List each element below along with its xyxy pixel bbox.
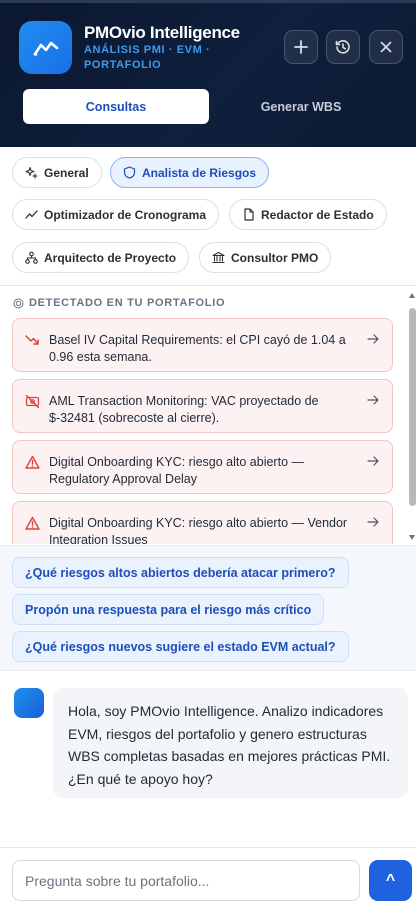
sparkles-icon: [25, 166, 38, 179]
portfolio-alert[interactable]: Digital Onboarding KYC: riesgo alto abie…: [12, 501, 393, 544]
portfolio-detected-label: DETECTADO EN TU PORTAFOLIO: [13, 297, 225, 309]
plus-icon: [294, 40, 308, 54]
logo-icon: [19, 21, 72, 74]
agent-chip-label: Analista de Riesgos: [142, 165, 257, 180]
portfolio-alert-list: Basel IV Capital Requirements: el CPI ca…: [0, 314, 404, 544]
agent-chip-label: Optimizador de Cronograma: [44, 207, 207, 222]
portfolio-alert[interactable]: Basel IV Capital Requirements: el CPI ca…: [12, 318, 393, 372]
suggestions-panel: ¿Qué riesgos altos abiertos debería atac…: [0, 545, 416, 671]
send-button[interactable]: ^: [369, 860, 412, 901]
app-subtitle: ANÁLISIS PMI · EVM · PORTAFOLIO: [84, 44, 211, 71]
portfolio-alert[interactable]: Digital Onboarding KYC: riesgo alto abie…: [12, 440, 393, 494]
header: PMOvio Intelligence ANÁLISIS PMI · EVM ·…: [0, 0, 416, 147]
arrow-right-icon: [367, 334, 379, 344]
top-border: [0, 0, 416, 3]
pmovio-panel: PMOvio Intelligence ANÁLISIS PMI · EVM ·…: [0, 0, 416, 902]
agent-chip-label: General: [44, 165, 89, 180]
assistant-message: Hola, soy PMOvio Intelligence. Analizo i…: [53, 688, 408, 798]
close-icon: [380, 41, 392, 53]
document-icon: [244, 208, 254, 221]
money-off-icon: [25, 394, 40, 409]
chat-input[interactable]: [12, 860, 360, 901]
history-button[interactable]: [326, 30, 360, 64]
arrow-right-icon: [367, 517, 379, 527]
trend-icon: [25, 210, 38, 219]
mode-tabs: Consultas Generar WBS: [23, 89, 393, 124]
shield-icon: [123, 166, 136, 179]
agent-chip-arquitecto-de-proyecto[interactable]: Arquitecto de Proyecto: [12, 242, 190, 273]
close-button[interactable]: [369, 30, 403, 64]
trend-down-icon: [25, 335, 39, 345]
agent-chip-analista-de-riesgos[interactable]: Analista de Riesgos: [110, 157, 270, 188]
assistant-avatar: [14, 688, 44, 718]
agent-chip-label: Redactor de Estado: [261, 207, 374, 222]
alert-text: Digital Onboarding KYC: riesgo alto abie…: [49, 455, 304, 486]
alert-text: AML Transaction Monitoring: VAC proyecta…: [49, 394, 319, 425]
hierarchy-icon: [25, 251, 38, 264]
agent-chip-general[interactable]: General: [12, 157, 102, 188]
suggestion-chip[interactable]: ¿Qué riesgos nuevos sugiere el estado EV…: [12, 631, 349, 662]
warning-icon: [25, 455, 40, 469]
app-title: PMOvio Intelligence: [84, 23, 240, 42]
history-icon: [335, 40, 350, 54]
tab-consultas[interactable]: Consultas: [23, 89, 209, 124]
radar-icon: [13, 298, 24, 308]
new-chat-button[interactable]: [284, 30, 318, 64]
suggestion-chip[interactable]: Propón una respuesta para el riesgo más …: [12, 594, 325, 625]
agent-chip-label: Consultor PMO: [231, 250, 319, 265]
institution-icon: [212, 251, 225, 264]
agent-chip-label: Arquitecto de Proyecto: [44, 250, 177, 265]
arrow-right-icon: [367, 456, 379, 466]
suggestion-chip[interactable]: ¿Qué riesgos altos abiertos debería atac…: [12, 557, 349, 588]
alerts-scroll-thumb[interactable]: [409, 308, 416, 506]
portfolio-alert[interactable]: AML Transaction Monitoring: VAC proyecta…: [12, 379, 393, 433]
agent-chip-optimizador-de-cronograma[interactable]: Optimizador de Cronograma: [12, 199, 220, 230]
section-divider: [0, 285, 416, 286]
warning-icon: [25, 516, 40, 530]
alert-text: Basel IV Capital Requirements: el CPI ca…: [49, 333, 346, 364]
alert-text: Digital Onboarding KYC: riesgo alto abie…: [49, 516, 348, 544]
agent-chip-consultor-pmo[interactable]: Consultor PMO: [199, 242, 332, 273]
agent-chip-redactor-de-estado[interactable]: Redactor de Estado: [229, 199, 387, 230]
arrow-right-icon: [367, 395, 379, 405]
tab-generar-wbs[interactable]: Generar WBS: [209, 89, 393, 124]
